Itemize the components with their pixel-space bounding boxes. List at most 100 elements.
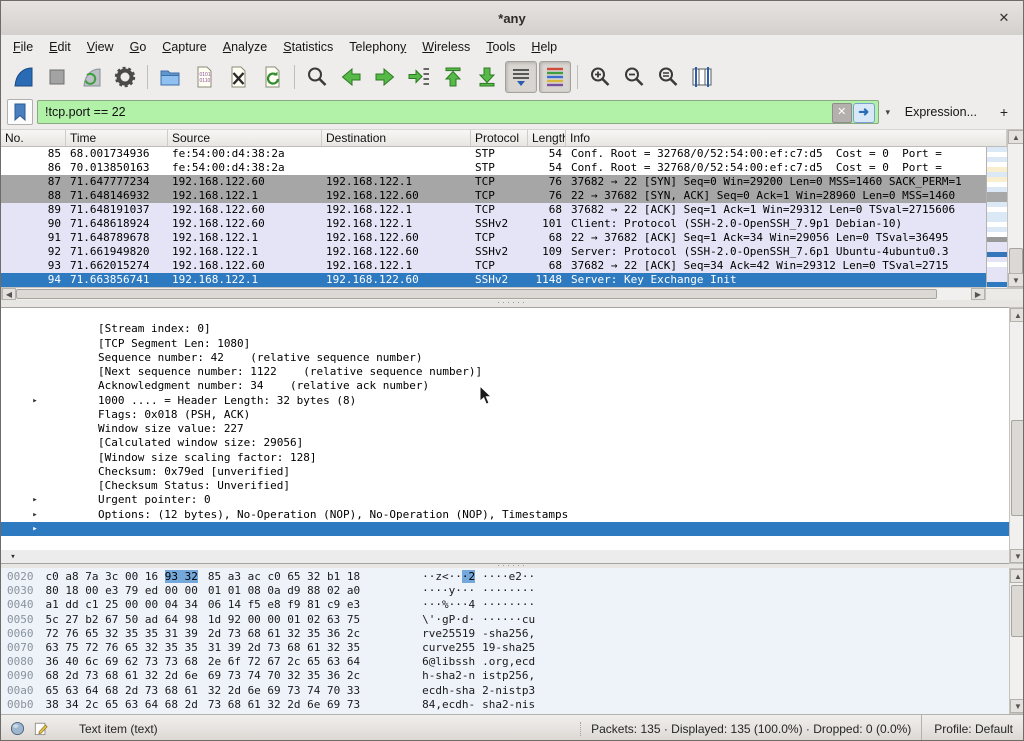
hex-row[interactable]: 0040a1 dd c1 25 00 00 04 3406 14 f5 e8 f… [1,598,1009,612]
zoom-in-icon[interactable] [584,61,616,93]
hex-row[interactable]: 00a065 63 64 68 2d 73 68 6132 2d 6e 69 7… [1,684,1009,698]
hscroll-thumb[interactable] [16,289,937,299]
colorize-icon[interactable] [539,61,571,93]
menu-item[interactable]: Tools [478,37,523,57]
go-back-icon[interactable] [335,61,367,93]
file-close-icon[interactable] [222,61,254,93]
menu-item[interactable]: Edit [41,37,79,57]
hex-vscrollbar[interactable]: ▲ ▼ [1009,568,1024,714]
menu-item[interactable]: Go [122,37,155,57]
column-header[interactable]: No. [1,130,66,146]
column-header[interactable]: Info [566,130,1007,146]
detail-line[interactable]: Acknowledgment number: 34 (relative ack … [1,365,1009,379]
menu-item[interactable]: Statistics [275,37,341,57]
filter-bookmark-icon[interactable] [7,99,33,125]
detail-line[interactable]: [Next sequence number: 1122 (relative se… [1,351,1009,365]
scroll-down-icon[interactable]: ▼ [1010,549,1024,563]
packet-row[interactable]: 89 71.648191037 192.168.122.60 192.168.1… [1,203,986,217]
display-filter-input[interactable] [37,100,879,124]
capture-stop-icon[interactable] [41,61,73,93]
packet-row[interactable]: 91 71.648789678 192.168.122.1 192.168.12… [1,231,986,245]
scroll-up-icon[interactable]: ▲ [1010,569,1024,583]
expert-info-icon[interactable] [9,721,25,737]
vscroll-thumb[interactable] [1011,420,1024,516]
apply-filter-icon[interactable]: ➜ [853,103,875,123]
column-header[interactable]: Destination [322,130,471,146]
detail-vscrollbar[interactable]: ▲ ▼ [1009,307,1024,564]
detail-line[interactable]: [TCP Segment Len: 1080] [1,322,1009,336]
hex-row[interactable]: 0020c0 a8 7a 3c 00 16 93 3285 a3 ac c0 6… [1,570,1009,584]
detail-line[interactable]: ▸Flags: 0x018 (PSH, ACK) [1,394,1009,408]
hex-row[interactable]: 00b038 34 2c 65 63 64 68 2d73 68 61 32 2… [1,698,1009,712]
resize-columns-icon[interactable] [686,61,718,93]
vscroll-thumb[interactable] [1011,585,1024,637]
zoom-original-icon[interactable] [652,61,684,93]
hex-row[interactable]: 003080 18 00 e3 79 ed 00 0001 01 08 0a d… [1,584,1009,598]
packet-row[interactable]: 92 71.661949820 192.168.122.1 192.168.12… [1,245,986,259]
hex-row[interactable]: 009068 2d 73 68 61 32 2d 6e69 73 74 70 3… [1,669,1009,683]
detail-line[interactable]: Sequence number: 42 (relative sequence n… [1,337,1009,351]
packet-row[interactable]: 90 71.648618924 192.168.122.60 192.168.1… [1,217,986,231]
packet-row[interactable]: 93 71.662015274 192.168.122.60 192.168.1… [1,259,986,273]
go-first-icon[interactable] [437,61,469,93]
packet-row[interactable]: 94 71.663856741 192.168.122.1 192.168.12… [1,273,986,287]
filter-history-caret-icon[interactable]: ▾ [881,107,895,118]
title-bar[interactable]: *any ✕ [1,1,1023,36]
file-open-icon[interactable] [154,61,186,93]
capture-comment-icon[interactable] [33,721,49,737]
detail-line[interactable]: [Window size scaling factor: 128] [1,436,1009,450]
pane-splitter[interactable]: ······ [1,300,1023,307]
hex-row[interactable]: 00505c 27 b2 67 50 ad 64 981d 92 00 00 0… [1,613,1009,627]
scroll-up-icon[interactable]: ▲ [1008,130,1024,144]
zoom-out-icon[interactable] [618,61,650,93]
packet-row[interactable]: 87 71.647777234 192.168.122.60 192.168.1… [1,175,986,189]
find-packet-icon[interactable] [301,61,333,93]
go-last-icon[interactable] [471,61,503,93]
menu-item[interactable]: Wireless [414,37,478,57]
profile-label[interactable]: Profile: Default [921,715,1023,741]
column-header[interactable]: Protocol [471,130,528,146]
scroll-down-icon[interactable]: ▼ [1010,699,1024,713]
hex-row[interactable]: 008036 40 6c 69 62 73 73 682e 6f 72 67 2… [1,655,1009,669]
column-header[interactable]: Source [168,130,322,146]
expander-icon[interactable]: ▸ [29,522,41,536]
expander-icon[interactable]: ▸ [29,493,41,507]
detail-line[interactable]: ▸Options: (12 bytes), No-Operation (NOP)… [1,493,1009,507]
menu-item[interactable]: File [5,37,41,57]
hex-row[interactable]: 007063 75 72 76 65 32 35 3531 39 2d 73 6… [1,641,1009,655]
detail-line[interactable]: TCP payload (1080 bytes) [1,536,1009,550]
detail-line[interactable]: Checksum: 0x79ed [unverified] [1,451,1009,465]
packet-list-vscrollbar[interactable]: ▲ ▼ [1007,129,1024,288]
close-icon[interactable]: ✕ [995,9,1013,27]
expander-icon[interactable]: ▸ [29,508,41,522]
go-forward-icon[interactable] [369,61,401,93]
menu-item[interactable]: Analyze [215,37,275,57]
detail-line[interactable]: ▸[Timestamps] [1,522,1009,536]
add-filter-button[interactable]: + [991,102,1017,122]
packet-row[interactable]: 86 70.013850163 fe:54:00:d4:38:2a STP 54… [1,161,986,175]
scroll-down-icon[interactable]: ▼ [1008,273,1024,287]
menu-item[interactable]: Capture [154,37,214,57]
expander-icon[interactable]: ▸ [29,394,41,408]
file-save-icon[interactable]: 01010110 [188,61,220,93]
clear-filter-icon[interactable]: ✕ [832,103,852,123]
menu-item[interactable]: Telephony [341,37,414,57]
expander-icon[interactable]: ▾ [7,550,19,564]
detail-line[interactable]: [Stream index: 0] [1,308,1009,322]
capture-options-icon[interactable] [109,61,141,93]
detail-line[interactable]: ▸[SEQ/ACK analysis] [1,508,1009,522]
packet-list-hscrollbar[interactable]: ◀ ▶ [1,287,986,301]
file-reload-icon[interactable] [256,61,288,93]
column-header[interactable]: Length [528,130,566,146]
menu-item[interactable]: View [79,37,122,57]
scroll-right-icon[interactable]: ▶ [971,288,985,300]
detail-line[interactable]: [Checksum Status: Unverified] [1,465,1009,479]
menu-item[interactable]: Help [523,37,565,57]
vscroll-thumb[interactable] [1009,248,1023,274]
scroll-left-icon[interactable]: ◀ [2,288,16,300]
capture-start-icon[interactable] [7,61,39,93]
packet-row[interactable]: 88 71.648146932 192.168.122.1 192.168.12… [1,189,986,203]
detail-line[interactable]: 1000 .... = Header Length: 32 bytes (8) [1,379,1009,393]
capture-restart-icon[interactable] [75,61,107,93]
auto-scroll-icon[interactable] [505,61,537,93]
